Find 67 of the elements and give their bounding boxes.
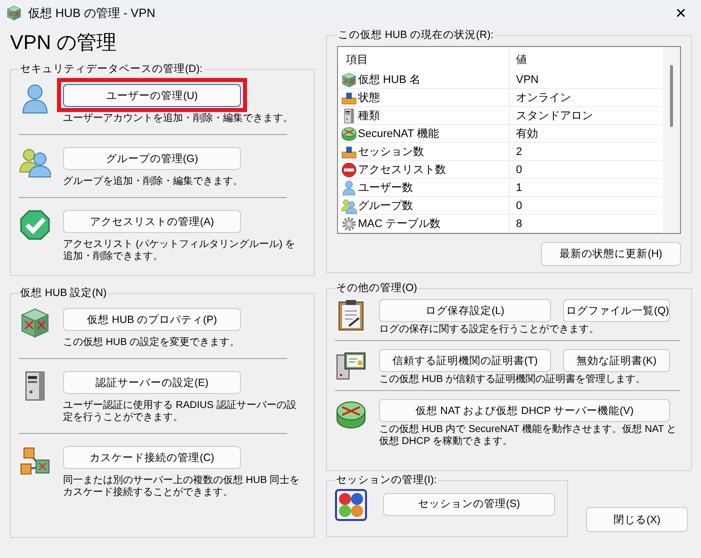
table-cell-text: セッション数 — [358, 145, 424, 159]
user-icon — [341, 180, 357, 196]
device-icon — [341, 90, 357, 106]
hub-icon — [19, 307, 51, 339]
action-button[interactable]: ユーザーの管理(U) — [63, 84, 241, 107]
router-icon — [341, 126, 357, 142]
description-text: アクセスリスト (パケットフィルタリングルール) を追加・削除できます。 — [63, 239, 296, 263]
description-text: この仮想 HUB が信頼する証明機関の証明書を管理します。 — [379, 374, 647, 386]
router-icon — [335, 399, 367, 431]
users-icon — [19, 146, 51, 178]
table-cell-text: MAC テーブル数 — [358, 216, 440, 231]
hub-icon — [341, 72, 357, 88]
description-text: この仮想 HUB の設定を変更できます。 — [63, 337, 241, 349]
table-cell-text: ユーザー数 — [358, 181, 413, 195]
hub-icon — [6, 5, 22, 21]
table-cell-text: スタンドアロン — [515, 109, 594, 123]
table-cell-text: アクセスリスト数 — [358, 163, 446, 177]
action-button[interactable]: 信頼する証明機関の証明書(T) — [379, 349, 551, 372]
table-cell-text: 8 — [515, 218, 524, 230]
session-icon — [335, 489, 367, 521]
table-cell-text: 0 — [515, 164, 524, 176]
group-title: 仮想 HUB 設定(N) — [19, 286, 108, 300]
table-cell-text: 状態 — [358, 91, 380, 105]
description-text: ログの保存に関する設定を行うことができます。 — [379, 324, 600, 336]
action-button[interactable]: 認証サーバーの設定(E) — [63, 371, 241, 394]
description-text: この仮想 HUB 内で SecureNAT 機能を動作させます。仮想 NAT と仮想 DHCP を稼動できます。 — [379, 424, 678, 448]
close-button[interactable]: ✕ — [661, 0, 701, 26]
description-text: 同一または別のサーバー上の複数の仮想 HUB 同士をカスケード接続することができます。 — [63, 475, 301, 499]
group-title: その他の管理(O) — [335, 281, 418, 295]
window-title: 仮想 HUB の管理 - VPN — [28, 4, 156, 22]
group-title: セキュリティデータベースの管理(D): — [19, 62, 204, 76]
action-button[interactable]: グループの管理(G) — [63, 147, 241, 170]
device-icon — [341, 144, 357, 160]
description-text: ユーザーアカウントを追加・削除・編集できます。 — [63, 113, 294, 125]
checkmark-icon — [19, 209, 51, 241]
column-header: 値 — [515, 52, 528, 66]
action-button[interactable]: アクセスリストの管理(A) — [63, 210, 241, 233]
action-button[interactable]: 仮想 NAT および仮想 DHCP サーバー機能(V) — [379, 399, 670, 422]
action-button[interactable]: ログ保存設定(L) — [379, 299, 551, 322]
column-header: 項目 — [338, 47, 510, 71]
action-button[interactable]: カスケード接続の管理(C) — [63, 446, 241, 469]
refresh-button[interactable]: 最新の状態に更新(H) — [541, 242, 681, 266]
scrollbar-thumb[interactable] — [670, 65, 673, 127]
table-cell-text: 2 — [515, 146, 524, 158]
description-text: ユーザー認証に使用する RADIUS 認証サーバーの設定を行うことができます。 — [63, 400, 298, 424]
table-cell-text: 種類 — [358, 109, 380, 123]
session-button[interactable]: セッションの管理(S) — [383, 492, 555, 516]
server-icon — [341, 108, 357, 124]
table-cell-text: グループ数 — [358, 198, 413, 213]
table-cell-text: 有効 — [515, 127, 539, 141]
group-title: この仮想 HUB の現在の状況(R): — [337, 28, 494, 42]
table-cell-text: オンライン — [515, 91, 572, 105]
table-cell-text: 仮想 HUB 名 — [358, 72, 420, 87]
action-button[interactable]: 仮想 HUB のプロパティ(P) — [63, 308, 241, 331]
no-entry-icon — [341, 162, 357, 178]
network-icon — [19, 445, 51, 477]
action-button[interactable]: ログファイル一覧(Q) — [563, 299, 670, 322]
table-cell-text: 0 — [515, 200, 524, 212]
action-button[interactable]: 無効な証明書(K) — [563, 349, 670, 372]
table-cell-text: 1 — [515, 182, 524, 194]
table-cell-text: SecureNAT 機能 — [358, 127, 439, 141]
table-cell-text: VPN — [515, 74, 540, 86]
page-heading: VPN の管理 — [10, 31, 118, 56]
group-title: セッションの管理(I): — [335, 473, 438, 487]
close-dialog-button[interactable]: 閉じる(X) — [586, 507, 688, 532]
description-text: グループを追加・削除・編集できます。 — [63, 176, 244, 188]
users-icon — [341, 198, 357, 214]
